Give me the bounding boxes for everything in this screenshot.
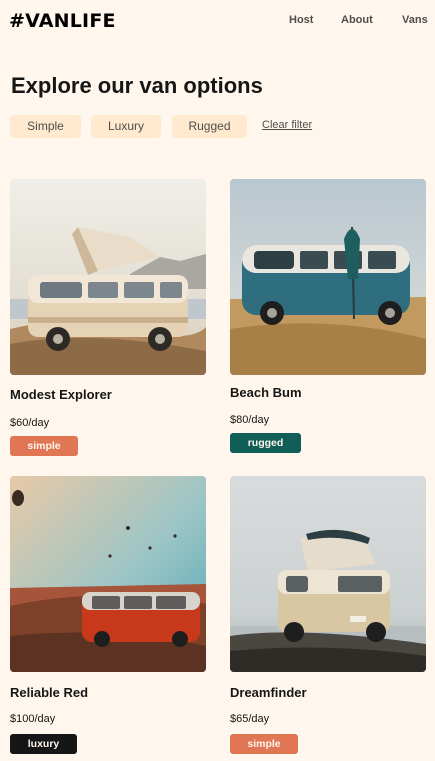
- van-name[interactable]: Dreamfinder: [230, 685, 307, 700]
- nav-link-host[interactable]: Host: [289, 14, 313, 26]
- van-type-badge: simple: [10, 436, 78, 456]
- van-card-reliable-red[interactable]: Reliable Red $100/day luxury: [10, 476, 206, 756]
- van-image[interactable]: [10, 179, 206, 375]
- van-price: $100/day: [10, 713, 56, 725]
- site-logo[interactable]: #VANLIFE: [9, 10, 116, 32]
- van-name[interactable]: Reliable Red: [10, 685, 88, 700]
- nav-link-about[interactable]: About: [341, 14, 373, 26]
- van-image[interactable]: [230, 476, 426, 672]
- van-card-beach-bum[interactable]: Beach Bum $80/day rugged: [230, 179, 426, 459]
- filter-rugged-button[interactable]: Rugged: [172, 115, 247, 138]
- site-header: #VANLIFE Host About Vans: [0, 0, 435, 42]
- van-type-badge: rugged: [230, 433, 301, 453]
- van-image[interactable]: [10, 476, 206, 672]
- van-price: $60/day: [10, 417, 50, 429]
- filter-simple-button[interactable]: Simple: [10, 115, 81, 138]
- van-type-badge: simple: [230, 734, 298, 754]
- van-name[interactable]: Beach Bum: [230, 385, 302, 400]
- van-card-modest-explorer[interactable]: Modest Explorer $60/day simple: [10, 179, 206, 459]
- page-title: Explore our van options: [11, 73, 263, 98]
- van-price: $80/day: [230, 414, 270, 426]
- nav-link-vans[interactable]: Vans: [402, 14, 428, 26]
- van-card-dreamfinder[interactable]: Dreamfinder $65/day simple: [230, 476, 426, 756]
- filter-luxury-button[interactable]: Luxury: [91, 115, 161, 138]
- clear-filter-link[interactable]: Clear filter: [262, 119, 312, 131]
- van-price: $65/day: [230, 713, 270, 725]
- van-name[interactable]: Modest Explorer: [10, 387, 112, 402]
- van-type-badge: luxury: [10, 734, 77, 754]
- van-image[interactable]: [230, 179, 426, 375]
